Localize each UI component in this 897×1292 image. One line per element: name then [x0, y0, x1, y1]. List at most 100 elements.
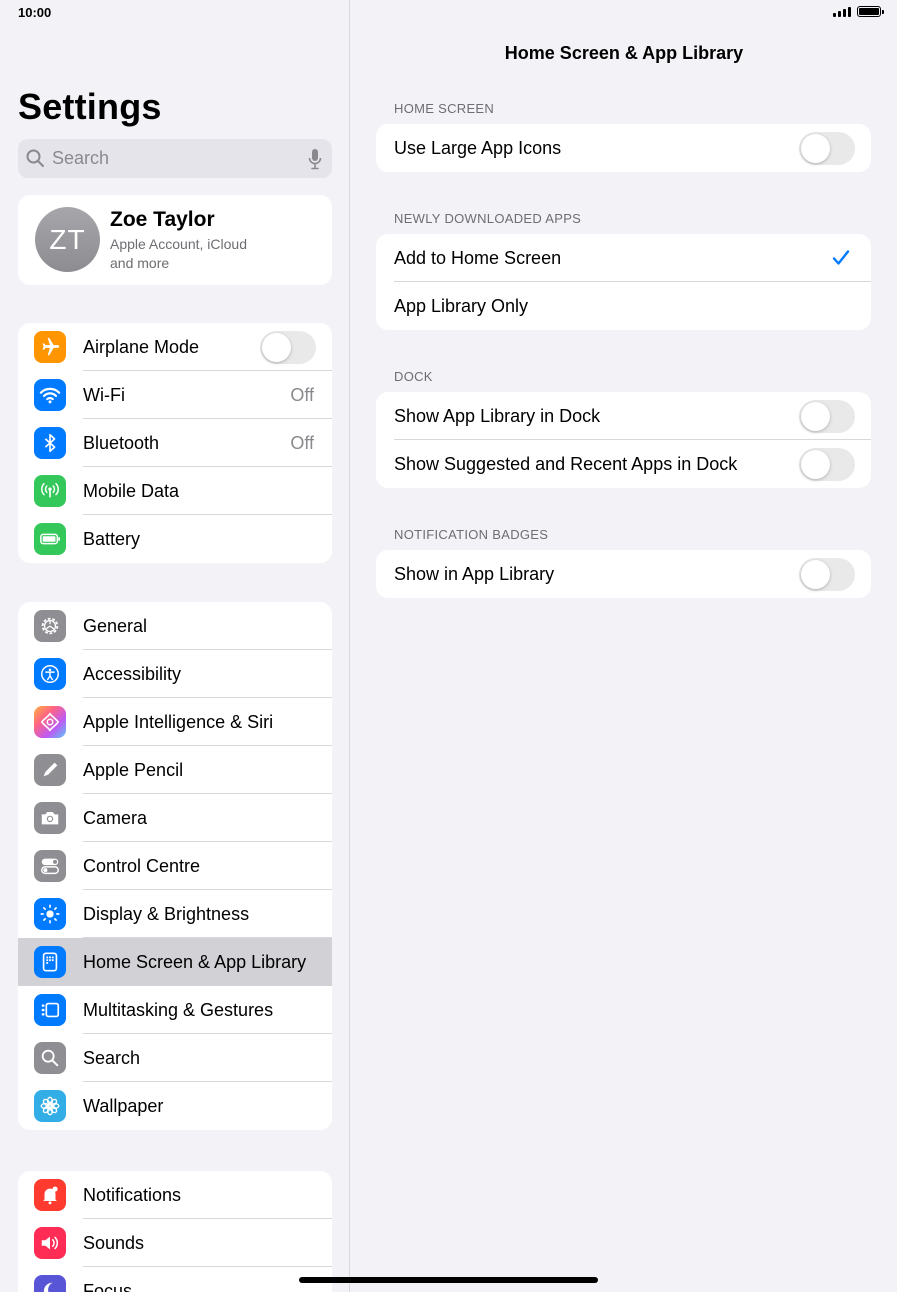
- show-app-library-in-dock-row: Show App Library in Dock: [376, 392, 871, 440]
- show-in-app-library-row: Show in App Library: [376, 550, 871, 598]
- sidebar-item-label: Battery: [83, 529, 141, 549]
- search-icon: [34, 1042, 66, 1074]
- account-subtitle: Apple Account, iCloud: [110, 236, 247, 252]
- page-title: Settings: [18, 86, 162, 127]
- sidebar-item-sounds[interactable]: Sounds: [18, 1219, 332, 1267]
- sidebar-item-label: Camera: [83, 808, 148, 828]
- account-name: Zoe Taylor: [110, 208, 215, 231]
- row-label: Show Suggested and Recent Apps in Dock: [394, 454, 738, 474]
- sidebar-item-airplane-mode[interactable]: Airplane Mode: [18, 323, 332, 371]
- add-to-home-screen-option[interactable]: Add to Home Screen: [376, 234, 871, 282]
- camera-icon: [34, 802, 66, 834]
- sidebar-item-wallpaper[interactable]: Wallpaper: [18, 1082, 332, 1130]
- sidebar-item-control-centre[interactable]: Control Centre: [18, 842, 332, 890]
- show-suggested-recent-apps-row: Show Suggested and Recent Apps in Dock: [376, 440, 871, 488]
- battery-icon: [34, 523, 66, 555]
- sidebar-item-multitasking[interactable]: Multitasking & Gestures: [18, 986, 332, 1034]
- general-group: General Accessibility Apple Intelligence…: [18, 602, 332, 1130]
- sidebar-item-label: Wallpaper: [83, 1096, 164, 1116]
- multitasking-icon: [34, 994, 66, 1026]
- detail-title: Home Screen & App Library: [504, 43, 744, 63]
- section-header-dock: DOCK: [394, 369, 433, 384]
- account-card[interactable]: ZT Zoe Taylor Apple Account, iCloud and …: [18, 195, 332, 285]
- sidebar-item-focus[interactable]: Focus: [18, 1267, 332, 1292]
- dock-card: Show App Library in Dock Show Suggested …: [376, 392, 871, 488]
- sidebar-item-general[interactable]: General: [18, 602, 332, 650]
- sidebar-item-label: Multitasking & Gestures: [83, 1000, 274, 1020]
- sidebar-item-notifications[interactable]: Notifications: [18, 1171, 332, 1219]
- sidebar-item-label: Control Centre: [83, 856, 201, 876]
- bluetooth-icon: [34, 427, 66, 459]
- sidebar-item-label: Search: [83, 1048, 141, 1068]
- sidebar-item-label: Airplane Mode: [83, 337, 200, 357]
- show-in-app-library-toggle[interactable]: [799, 558, 855, 591]
- antenna-icon: [34, 475, 66, 507]
- sidebar-item-label: Home Screen & App Library: [83, 952, 307, 972]
- sidebar-item-label: Bluetooth: [83, 433, 160, 453]
- sidebar-item-label: Apple Pencil: [83, 760, 184, 780]
- sidebar-item-home-screen-app-library[interactable]: Home Screen & App Library: [18, 938, 332, 986]
- sidebar-item-wifi[interactable]: Wi-Fi Off: [18, 371, 332, 419]
- settings-sidebar: Settings Search ZT Zoe Taylor Apple Acco…: [0, 0, 350, 1292]
- siri-icon: [34, 706, 66, 738]
- sidebar-item-label: Accessibility: [83, 664, 182, 684]
- sidebar-item-label: Display & Brightness: [83, 904, 250, 924]
- section-header-home-screen: HOME SCREEN: [394, 101, 495, 116]
- avatar: ZT: [35, 207, 100, 272]
- show-suggested-recent-apps-toggle[interactable]: [799, 448, 855, 481]
- row-label: Show App Library in Dock: [394, 406, 601, 426]
- bluetooth-status-value: Off: [290, 433, 314, 453]
- row-label: Add to Home Screen: [394, 248, 562, 268]
- notification-badges-card: Show in App Library: [376, 550, 871, 598]
- sidebar-item-accessibility[interactable]: Accessibility: [18, 650, 332, 698]
- sidebar-item-label: Apple Intelligence & Siri: [83, 712, 274, 732]
- sidebar-item-apple-pencil[interactable]: Apple Pencil: [18, 746, 332, 794]
- airplane-icon: [34, 331, 66, 363]
- home-indicator[interactable]: [299, 1277, 598, 1283]
- sidebar-item-battery[interactable]: Battery: [18, 515, 332, 563]
- sidebar-item-label: Wi-Fi: [83, 385, 125, 405]
- moon-icon: [34, 1275, 66, 1292]
- magnifier-icon: [26, 149, 44, 167]
- search-input[interactable]: Search: [18, 139, 332, 178]
- row-label: Show in App Library: [394, 564, 555, 584]
- sidebar-item-mobile-data[interactable]: Mobile Data: [18, 467, 332, 515]
- sun-icon: [34, 898, 66, 930]
- detail-pane: Home Screen & App Library HOME SCREEN Us…: [351, 0, 897, 1292]
- sidebar-item-bluetooth[interactable]: Bluetooth Off: [18, 419, 332, 467]
- sidebar-item-label: Sounds: [83, 1233, 145, 1253]
- wifi-status-value: Off: [290, 385, 314, 405]
- wifi-icon: [34, 379, 66, 411]
- sidebar-item-label: Notifications: [83, 1185, 182, 1205]
- accessibility-icon: [34, 658, 66, 690]
- row-label: Use Large App Icons: [394, 138, 562, 158]
- pencil-icon: [34, 754, 66, 786]
- sidebar-item-search[interactable]: Search: [18, 1034, 332, 1082]
- microphone-icon[interactable]: [308, 148, 322, 170]
- notifications-group: Notifications Sounds Focus: [18, 1171, 332, 1292]
- sidebar-item-display-brightness[interactable]: Display & Brightness: [18, 890, 332, 938]
- app-library-only-option[interactable]: App Library Only: [376, 282, 871, 330]
- section-header-newly-downloaded: NEWLY DOWNLOADED APPS: [394, 211, 582, 226]
- switches-icon: [34, 850, 66, 882]
- airplane-mode-toggle[interactable]: [260, 331, 316, 364]
- speaker-icon: [34, 1227, 66, 1259]
- row-label: App Library Only: [394, 296, 529, 316]
- flower-icon: [34, 1090, 66, 1122]
- home-screen-card: Use Large App Icons: [376, 124, 871, 172]
- sidebar-item-label: Focus: [83, 1281, 133, 1292]
- use-large-app-icons-toggle[interactable]: [799, 132, 855, 165]
- sidebar-item-label: Mobile Data: [83, 481, 180, 501]
- connectivity-group: Airplane Mode Wi-Fi Off Bluetooth Off Mo…: [18, 323, 332, 563]
- bell-icon: [34, 1179, 66, 1211]
- checkmark-icon: [832, 250, 850, 265]
- ipad-screen: 10:00 Settings Search ZT Zoe Taylor Appl…: [0, 0, 897, 1292]
- gear-icon: [34, 610, 66, 642]
- home-screen-icon: [34, 946, 66, 978]
- use-large-app-icons-row: Use Large App Icons: [376, 124, 871, 172]
- search-placeholder: Search: [52, 148, 110, 168]
- sidebar-item-label: General: [83, 616, 148, 636]
- sidebar-item-apple-intelligence[interactable]: Apple Intelligence & Siri: [18, 698, 332, 746]
- show-app-library-in-dock-toggle[interactable]: [799, 400, 855, 433]
- sidebar-item-camera[interactable]: Camera: [18, 794, 332, 842]
